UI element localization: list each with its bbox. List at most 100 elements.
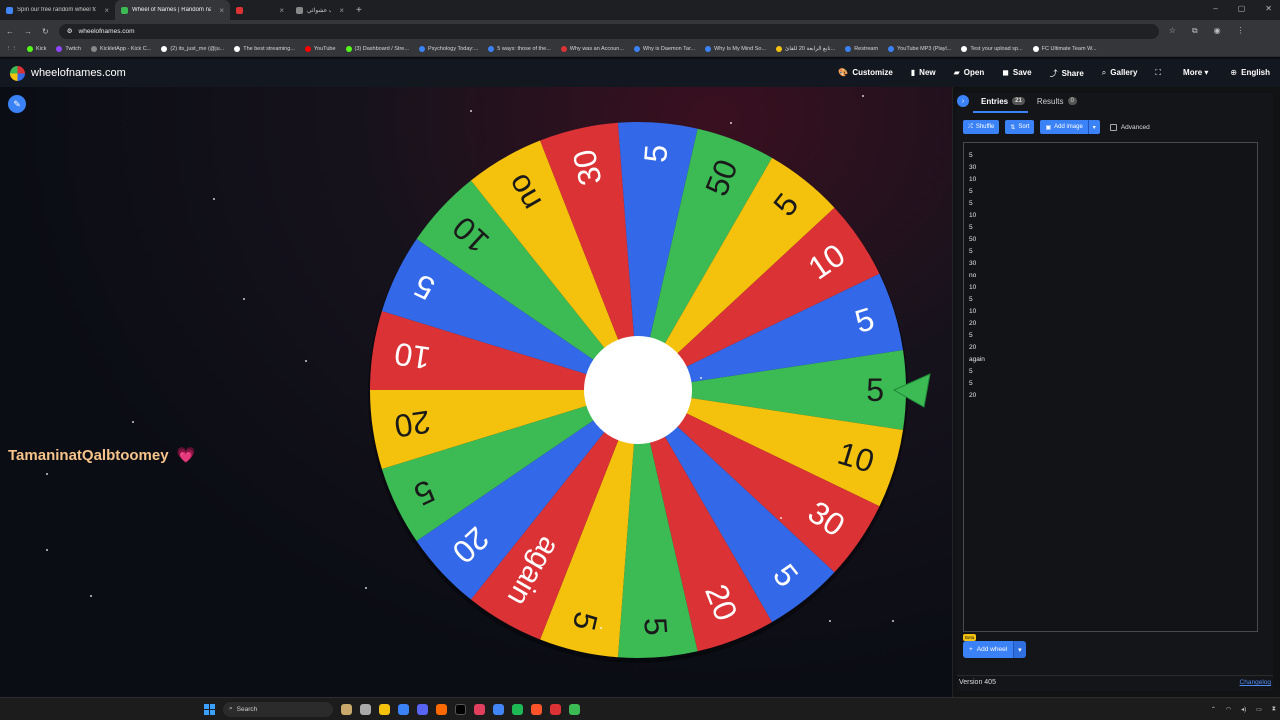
- bookmark-item[interactable]: 5 ways: those of the...: [488, 46, 551, 52]
- tab-entries[interactable]: Entries 21: [981, 97, 1025, 106]
- clock-icon[interactable]: ⧗: [1272, 706, 1276, 713]
- chevron-up-icon[interactable]: ⌃: [1211, 706, 1216, 713]
- battery-icon[interactable]: ▭: [1256, 706, 1262, 713]
- save-icon: ◼: [1002, 67, 1009, 77]
- menu-label: Save: [1012, 67, 1032, 77]
- site-logo[interactable]: wheelofnames.com: [10, 65, 126, 81]
- bookmark-item[interactable]: The best streaming...: [234, 46, 295, 52]
- advanced-toggle[interactable]: Advanced: [1109, 123, 1150, 131]
- file-explorer-icon[interactable]: [379, 703, 390, 715]
- add-image-dropdown[interactable]: ▾: [1087, 120, 1100, 134]
- spotify-icon[interactable]: [512, 703, 523, 715]
- bookmark-item[interactable]: Test your upload sp...: [961, 46, 1023, 52]
- menu-open[interactable]: ▰ Open: [954, 68, 985, 79]
- whatsapp-icon[interactable]: [569, 703, 580, 715]
- add-image-button[interactable]: ▣ Add image: [1040, 120, 1088, 134]
- close-tab-icon[interactable]: ×: [219, 6, 224, 15]
- background-star: [365, 587, 367, 589]
- menu-new[interactable]: ▮ New: [911, 68, 936, 79]
- reload-icon[interactable]: ↻: [42, 27, 49, 36]
- fullscreen-icon: ⛶: [1155, 67, 1162, 77]
- browser-menu-icon[interactable]: ⋮: [1237, 26, 1245, 36]
- entry-line: 5: [969, 380, 973, 387]
- volume-icon[interactable]: ◂): [1241, 706, 1246, 713]
- close-window-icon[interactable]: ✕: [1265, 4, 1272, 13]
- browser-tab[interactable]: سحب عشوائي ×: [290, 0, 350, 20]
- forward-icon[interactable]: →: [24, 27, 32, 36]
- browser-tab[interactable]: Spin our free random wheel fo ×: [0, 0, 115, 20]
- bookmark-item[interactable]: Kick: [27, 46, 46, 52]
- shuffle-button[interactable]: ⤮ Shuffle: [963, 120, 1000, 134]
- bookmark-item[interactable]: Twitch: [56, 46, 81, 52]
- task-view-icon[interactable]: [360, 703, 371, 715]
- entries-textarea[interactable]: 5 30 10 5 5 10 5 50 5 30 no 10 5 10 20 5 20 again 5 5 20: [963, 142, 1258, 632]
- menu-fullscreen[interactable]: ⛶: [1155, 68, 1165, 79]
- minimize-icon[interactable]: –: [1213, 4, 1217, 13]
- advanced-checkbox[interactable]: [1109, 123, 1117, 131]
- brave-icon[interactable]: [531, 703, 542, 715]
- bookmark-favicon: [961, 46, 968, 52]
- bookmark-favicon: [345, 46, 352, 52]
- entry-line: 50: [969, 236, 977, 243]
- new-tab-icon[interactable]: +: [356, 5, 362, 16]
- maximize-icon[interactable]: ▢: [1238, 4, 1246, 13]
- bookmark-item[interactable]: Why is Daemon Tar...: [633, 46, 695, 52]
- bookmark-item[interactable]: FC Ultimate Team W...: [1032, 46, 1097, 52]
- windows-start-icon[interactable]: [204, 703, 215, 715]
- browser-tab[interactable]: Wheel of Names | Random nam ×: [115, 0, 230, 20]
- tiktok-icon[interactable]: [455, 703, 466, 715]
- tab-results[interactable]: Results 0: [1037, 97, 1077, 106]
- bookmark-item[interactable]: YouTube MP3 (Playl...: [888, 46, 951, 52]
- bookmark-star-icon[interactable]: ☆: [1169, 26, 1176, 36]
- chrome-icon[interactable]: [493, 703, 504, 715]
- close-tab-icon[interactable]: ×: [104, 6, 109, 15]
- site-info-icon[interactable]: ⚙: [67, 27, 73, 35]
- bookmark-favicon: [161, 46, 168, 52]
- bookmark-item[interactable]: Why Is My Mind So...: [705, 46, 766, 52]
- bookmark-item[interactable]: تابع الرابعة 20 للقائ...: [776, 46, 835, 52]
- streamer-name: TamaninatQalbtoomey 💗: [8, 446, 195, 464]
- back-icon[interactable]: ←: [6, 27, 14, 36]
- menu-share[interactable]: ⤴ Share: [1050, 68, 1084, 79]
- bookmark-item[interactable]: (2) its_just_me (@ju...: [161, 46, 224, 52]
- firefox-icon[interactable]: [436, 703, 447, 715]
- url-input[interactable]: ⚙ wheelofnames.com: [58, 23, 1159, 39]
- sort-button[interactable]: ⇅ Sort: [1005, 120, 1035, 134]
- file-icon: ▮: [910, 67, 916, 77]
- menu-english[interactable]: ⊕ English: [1230, 68, 1270, 79]
- bookmark-item[interactable]: Restream: [845, 46, 878, 52]
- discord-icon[interactable]: [417, 703, 428, 715]
- bookmark-item[interactable]: YouTube: [304, 46, 336, 52]
- bookmark-item[interactable]: KickletApp - Kick C...: [90, 46, 151, 52]
- weather-icon[interactable]: [341, 703, 352, 715]
- extensions-icon[interactable]: ⧉: [1192, 26, 1198, 36]
- add-wheel-button[interactable]: Beta + Add wheel: [963, 634, 1014, 658]
- youtube-icon[interactable]: [550, 703, 561, 715]
- wifi-icon[interactable]: ◠: [1226, 706, 1231, 713]
- bookmark-item[interactable]: Why was an Accoun...: [560, 46, 624, 52]
- entry-line: 20: [969, 320, 977, 327]
- collapse-panel-icon[interactable]: ›: [957, 95, 969, 107]
- close-tab-icon[interactable]: ×: [279, 6, 284, 15]
- changelog-link[interactable]: Changelog: [1240, 679, 1271, 686]
- wheel-center-hub[interactable]: [584, 336, 692, 444]
- menu-customize[interactable]: 🎨 Customize: [838, 68, 892, 79]
- browser-tab[interactable]: ×: [230, 0, 290, 20]
- edge-icon[interactable]: [398, 703, 409, 715]
- entry-line: 5: [969, 248, 973, 255]
- menu-gallery[interactable]: ⌕ Gallery: [1102, 68, 1138, 79]
- background-star: [470, 110, 472, 112]
- menu-save[interactable]: ◼ Save: [1002, 68, 1031, 79]
- add-wheel-dropdown[interactable]: ▾: [1013, 641, 1026, 658]
- apps-grid-icon[interactable]: ⋮⋮: [6, 46, 17, 52]
- taskbar-search[interactable]: ⌕ Search: [223, 701, 333, 717]
- profile-icon[interactable]: ◉: [1214, 26, 1221, 36]
- beta-badge: Beta: [963, 634, 977, 641]
- menu-more[interactable]: More ▾: [1183, 68, 1212, 79]
- bookmark-label: Twitch: [65, 46, 81, 52]
- bookmark-item[interactable]: Psychology Today:...: [418, 46, 478, 52]
- wheel-of-names[interactable]: 5103052055again2052010510no30 5505105: [0, 87, 952, 697]
- bookmark-item[interactable]: (3) Dashboard / Stre...: [345, 46, 409, 52]
- instagram-icon[interactable]: [474, 703, 485, 715]
- close-tab-icon[interactable]: ×: [339, 6, 344, 15]
